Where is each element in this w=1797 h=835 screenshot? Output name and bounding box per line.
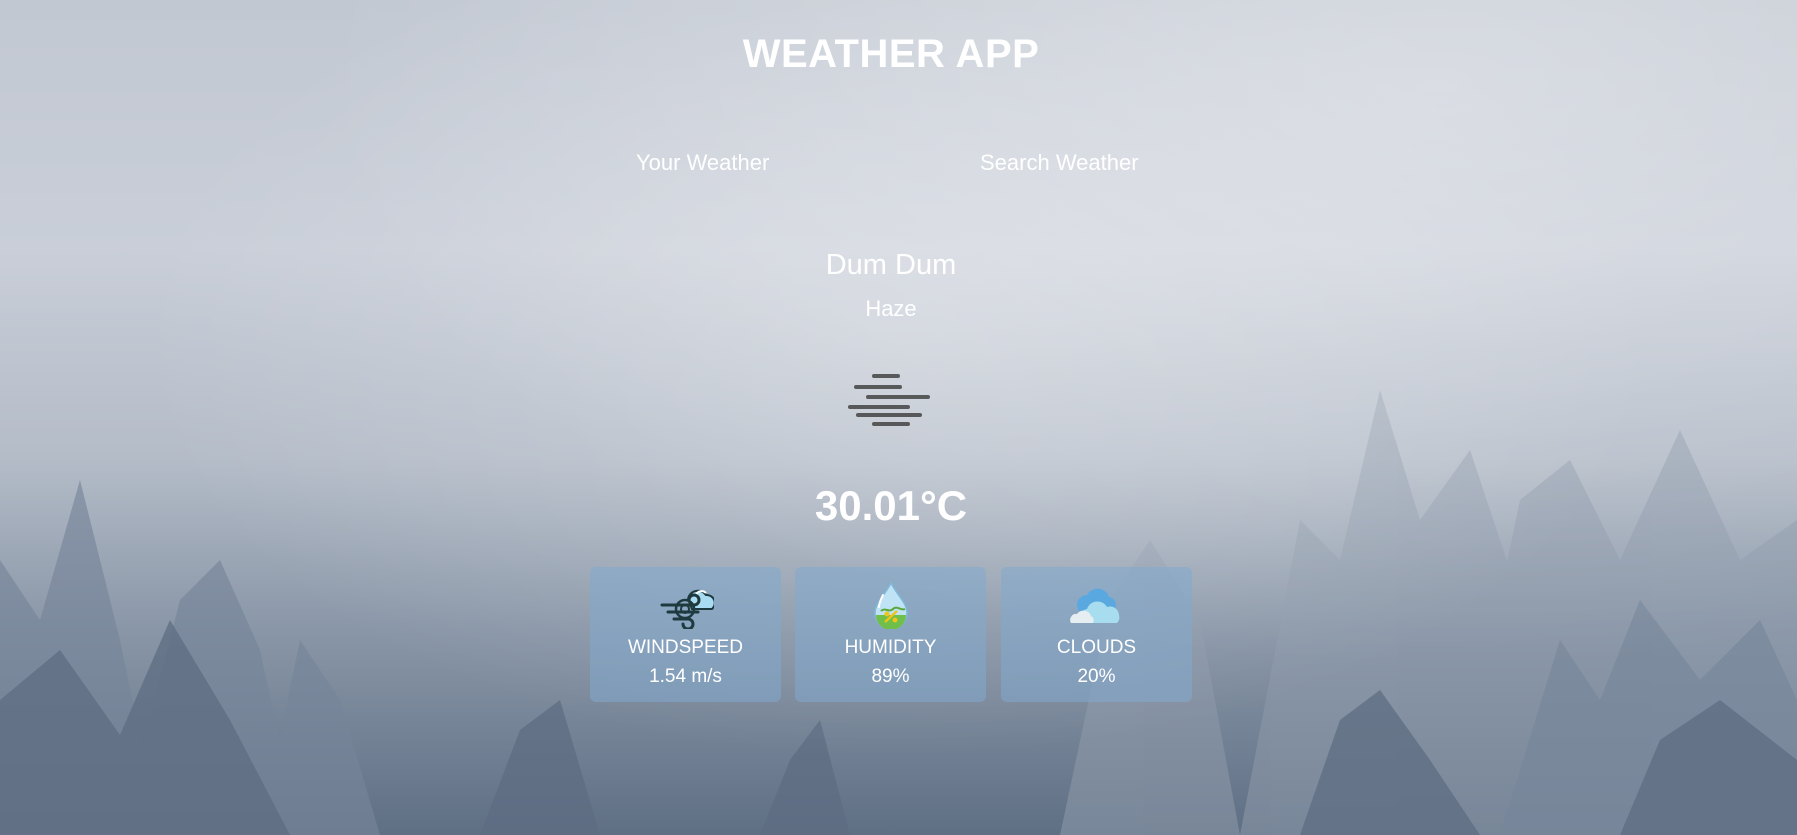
clouds-icon — [1070, 588, 1120, 623]
humidity-label: HUMIDITY — [844, 637, 937, 658]
humidity-icon — [874, 581, 908, 629]
windspeed-label: WINDSPEED — [627, 637, 744, 658]
clouds-label: CLOUDS — [1056, 637, 1137, 658]
clouds-card: CLOUDS 20% — [1001, 567, 1192, 702]
stats-cards: WINDSPEED 1.54 m/s HUMIDITY 89% CLOUDS 2… — [590, 567, 1192, 702]
clouds-value: 20% — [1077, 666, 1116, 687]
humidity-card: HUMIDITY 89% — [795, 567, 986, 702]
humidity-value: 89% — [871, 666, 910, 687]
weather-app: WEATHER APP Your Weather Search Weather … — [0, 0, 1797, 835]
windspeed-card: WINDSPEED 1.54 m/s — [590, 567, 781, 702]
weather-description: Haze — [865, 296, 917, 321]
temperature-value: 30.01°C — [814, 482, 968, 529]
app-title: WEATHER APP — [742, 32, 1040, 76]
windspeed-value: 1.54 m/s — [649, 666, 722, 687]
tab-search-weather[interactable]: Search Weather — [980, 150, 1139, 176]
tab-bar: Your Weather Search Weather — [0, 150, 1797, 184]
haze-icon — [848, 374, 930, 426]
city-name: Dum Dum — [825, 249, 957, 281]
tab-your-weather[interactable]: Your Weather — [636, 150, 769, 176]
wind-icon — [660, 589, 714, 629]
